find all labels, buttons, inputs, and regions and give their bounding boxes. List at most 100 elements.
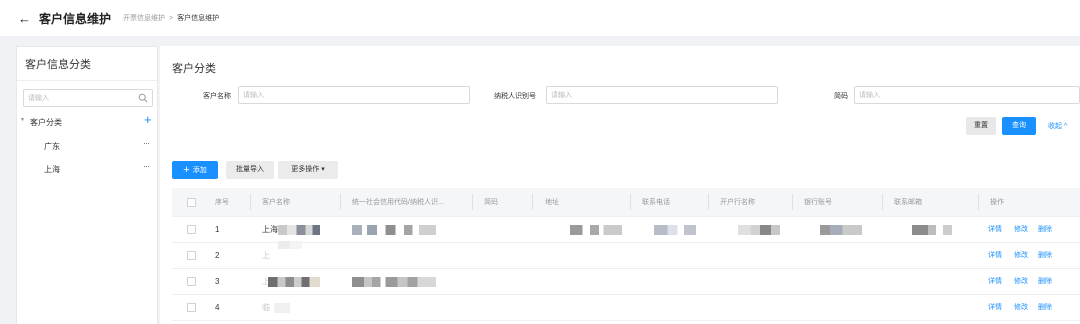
collapse-filters-link[interactable]: 收起 ^ [1048,121,1067,131]
column-header: 联系电话 [642,199,670,206]
redacted-data [820,225,862,235]
table-row: 2 上 详情 修改 删除 [172,241,1080,269]
redacted-data [570,225,622,235]
column-header: 开户行名称 [720,199,755,206]
customer-name-input[interactable] [239,87,458,103]
redacted-data [352,225,436,235]
more-icon[interactable]: ··· [143,138,150,148]
delete-link[interactable]: 删除 [1038,217,1052,243]
delete-link[interactable]: 删除 [1038,243,1052,269]
column-header: 地址 [545,199,559,206]
column-header: 银行账号 [804,199,832,206]
detail-link[interactable]: 详情 [988,217,1002,243]
sidebar-title: 客户信息分类 [17,47,157,81]
tree-node-shanghai[interactable]: 上海 ··· [17,161,157,177]
taxid-label: 纳税人识别号 [494,93,536,100]
table-row: 3 上 详情 修改 删除 [172,269,1080,295]
taxid-field [546,86,778,104]
customer-name-cell: 上 [262,251,270,260]
short-code-label: 简码 [834,93,848,100]
table-row: 1 上海 详情 修改 删除 [172,217,1080,243]
column-divider [250,194,251,210]
row-number: 1 [215,225,220,234]
redacted-data [278,241,302,249]
search-icon[interactable] [138,93,148,103]
sidebar-search [23,89,153,107]
row-checkbox[interactable] [187,225,196,234]
delete-link[interactable]: 删除 [1038,269,1052,295]
tree-node-label[interactable]: 客户分类 [30,117,62,128]
table-header: 序号 客户名称 统一社会信用代码/纳税人识... 简码 地址 联系电话 开户行名… [172,188,1080,217]
add-button-label: 添加 [192,167,207,174]
page-title: 客户信息维护 [39,11,112,26]
column-divider [340,194,341,210]
select-all-checkbox[interactable] [187,198,196,207]
column-header: 序号 [215,199,229,206]
customer-table: 序号 客户名称 统一社会信用代码/纳税人识... 简码 地址 联系电话 开户行名… [172,188,1080,321]
delete-link[interactable]: 删除 [1038,295,1052,321]
table-row: 4 临 详情 修改 删除 [172,295,1080,321]
column-header: 统一社会信用代码/纳税人识... [352,199,444,206]
column-header: 客户名称 [262,199,290,206]
row-checkbox[interactable] [187,277,196,286]
category-sidebar: 客户信息分类 ▼ 客户分类 + 广东 ··· 上海 ··· [16,46,158,324]
customer-name-field [238,86,470,104]
edit-link[interactable]: 修改 [1014,295,1028,321]
column-header: 联系邮箱 [894,199,922,206]
batch-import-button[interactable]: 批量导入 [226,161,274,179]
redacted-data [268,277,320,287]
sidebar-search-input[interactable] [24,90,132,106]
edit-link[interactable]: 修改 [1014,269,1028,295]
breadcrumb-current: 客户信息维护 [177,15,220,22]
row-number: 2 [215,251,220,260]
plus-icon: + [183,164,190,176]
more-icon[interactable]: ··· [143,161,150,171]
column-divider [792,194,793,210]
taxid-input[interactable] [547,87,766,103]
customer-name-cell: 临 [262,303,270,312]
query-button[interactable]: 查询 [1002,117,1036,135]
column-divider [978,194,979,210]
column-divider [532,194,533,210]
back-arrow-icon[interactable]: ← [18,12,31,25]
short-code-field [854,86,1080,104]
detail-link[interactable]: 详情 [988,269,1002,295]
column-header: 操作 [990,199,1004,206]
tree-node-label[interactable]: 广东 [44,141,60,152]
main-panel: 客户分类 客户名称 纳税人识别号 简码 重置 查询 收起 ^ +添加 批量导入 … [160,46,1080,324]
column-divider [472,194,473,210]
redacted-data [912,225,952,235]
row-checkbox[interactable] [187,251,196,260]
add-category-icon[interactable]: + [144,113,152,126]
section-title: 客户分类 [172,63,216,75]
row-checkbox[interactable] [187,303,196,312]
column-divider [882,194,883,210]
reset-button[interactable]: 重置 [966,117,996,135]
detail-link[interactable]: 详情 [988,295,1002,321]
redacted-data [274,303,290,313]
redacted-data [352,277,436,287]
edit-link[interactable]: 修改 [1014,243,1028,269]
tree-node-guangdong[interactable]: 广东 ··· [17,138,157,154]
row-number: 3 [215,277,220,286]
caret-down-icon[interactable]: ▼ [20,117,25,123]
breadcrumb-parent[interactable]: 开票信息维护 [123,13,165,23]
column-header: 简码 [484,199,498,206]
column-divider [630,194,631,210]
redacted-data [278,225,320,235]
breadcrumb-separator: > [169,14,174,22]
customer-name-label: 客户名称 [203,93,231,100]
tree-node-label[interactable]: 上海 [44,164,60,175]
edit-link[interactable]: 修改 [1014,217,1028,243]
column-divider [708,194,709,210]
customer-name-cell: 上海 [262,225,278,234]
add-button[interactable]: + 添加 [172,161,218,179]
tree-node-root[interactable]: ▼ 客户分类 + [17,113,157,130]
more-actions-dropdown[interactable]: 更多操作 ▾ [278,161,338,179]
row-number: 4 [215,303,220,312]
short-code-input[interactable] [855,87,1068,103]
top-bar: ← 客户信息维护 开票信息维护 > 客户信息维护 [0,0,1080,36]
redacted-data [654,225,696,235]
redacted-data [738,225,780,235]
detail-link[interactable]: 详情 [988,243,1002,269]
